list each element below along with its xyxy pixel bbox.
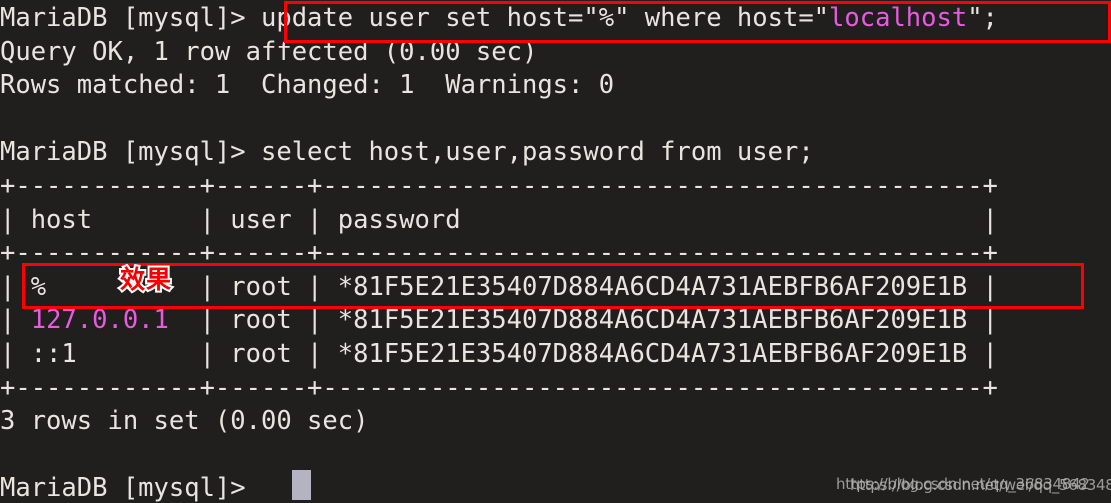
terminal-text-segment: | host | user | password | xyxy=(0,204,998,235)
line-7-table-header: | host | user | password | xyxy=(0,204,998,238)
terminal-text-segment: +------------+------+-------------------… xyxy=(0,372,998,403)
terminal-text-segment: | ::1 | root | *81F5E21E35407D884A6CD4A7… xyxy=(0,338,998,369)
terminal-text-segment: MariaDB [mysql]> update user set host="%… xyxy=(0,3,830,33)
line-13-rows-in-set: 3 rows in set (0.00 sec) xyxy=(0,405,998,439)
line-5-select-command: MariaDB [mysql]> select host,user,passwo… xyxy=(0,136,998,170)
line-12-table-bottom-border: +------------+------+-------------------… xyxy=(0,372,998,406)
line-11-row-ipv6: | ::1 | root | *81F5E21E35407D884A6CD4A7… xyxy=(0,338,998,372)
line-10-row-loopback: | 127.0.0.1 | root | *81F5E21E35407D884A… xyxy=(0,304,998,338)
terminal-text-segment: MariaDB [mysql]> select host,user,passwo… xyxy=(0,137,814,168)
line-3-rows-matched: Rows matched: 1 Changed: 1 Warnings: 0 xyxy=(0,69,998,103)
terminal-text-segment: "; xyxy=(967,3,998,33)
line-1-update-command: MariaDB [mysql]> update user set host="%… xyxy=(0,2,998,36)
terminal-window[interactable]: MariaDB [mysql]> update user set host="%… xyxy=(0,0,1111,503)
terminal-cursor xyxy=(292,470,311,500)
terminal-text-segment: +------------+------+-------------------… xyxy=(0,170,998,201)
annotation-label-effect: 效果 xyxy=(118,263,173,296)
line-6-table-top-border: +------------+------+-------------------… xyxy=(0,170,998,204)
line-2-query-ok: Query OK, 1 row affected (0.00 sec) xyxy=(0,36,998,70)
terminal-text-segment: Rows matched: 1 Changed: 1 Warnings: 0 xyxy=(0,70,615,101)
terminal-text-segment: 3 rows in set (0.00 sec) xyxy=(0,406,369,437)
terminal-text-segment: | root | *81F5E21E35407D884A6CD4A731AEBF… xyxy=(168,305,998,336)
terminal-text-segment: Query OK, 1 row affected (0.00 sec) xyxy=(0,36,538,67)
terminal-text-segment: | xyxy=(0,305,31,336)
terminal-text-segment: 127.0.0.1 xyxy=(30,305,169,336)
watermark-url-secondary: https://blog.csdn.net/wei/qq_56834842 xyxy=(850,476,1111,494)
line-4-blank xyxy=(0,103,998,137)
terminal-text-segment: localhost xyxy=(829,3,968,33)
terminal-output: MariaDB [mysql]> update user set host="%… xyxy=(0,2,998,503)
terminal-text-segment: MariaDB [mysql]> xyxy=(0,473,261,503)
